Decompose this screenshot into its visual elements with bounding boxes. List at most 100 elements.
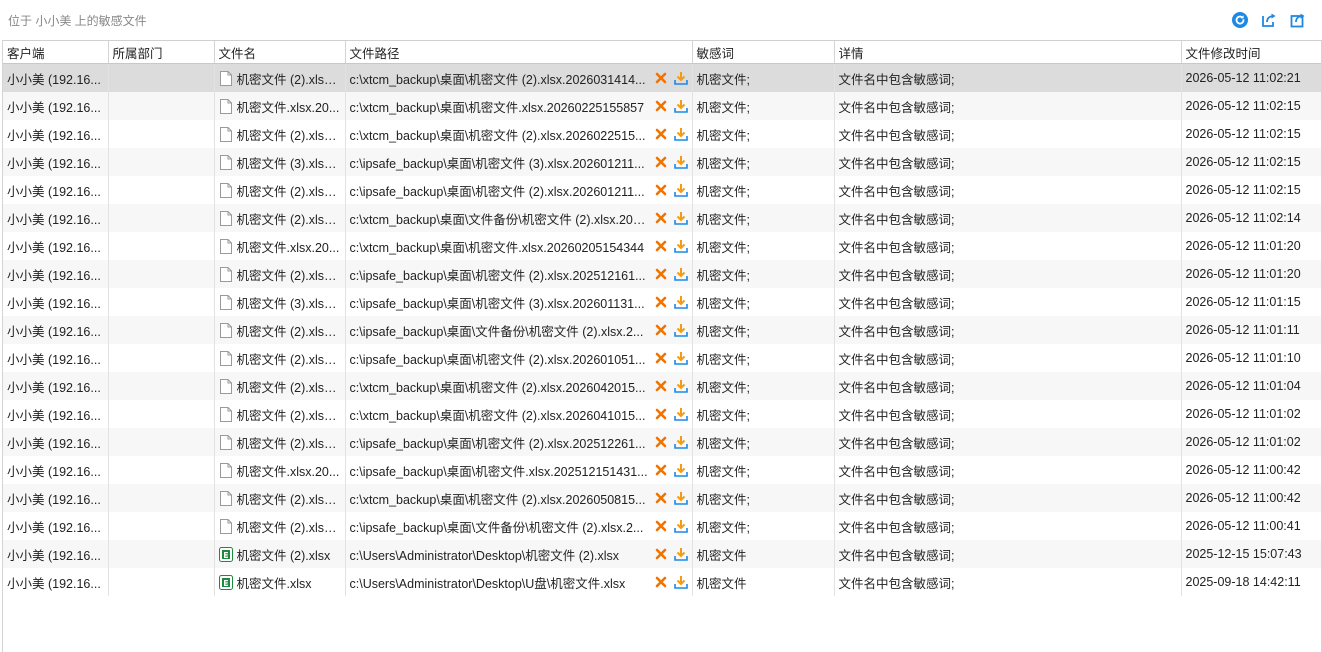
file-icon xyxy=(219,70,233,86)
delete-icon[interactable] xyxy=(654,574,668,590)
delete-icon[interactable] xyxy=(654,490,668,506)
download-icon[interactable] xyxy=(673,70,688,86)
table-row[interactable]: 小小美 (192.16... 机密文件 (3).xlsx... c:\ipsafe_… xyxy=(3,288,1321,316)
path-text: c:\xtcm_backup\桌面\机密文件 (2).xlsx.20260420… xyxy=(349,380,646,395)
delete-icon[interactable] xyxy=(654,182,668,198)
download-icon[interactable] xyxy=(673,98,688,114)
table-row[interactable]: 小小美 (192.16... 机密文件 (2).xlsx... c:\xtcm_ba… xyxy=(3,484,1321,512)
table-row[interactable]: 小小美 (192.16... 机密文件.xlsx.20... c:\xtcm_bac… xyxy=(3,92,1321,120)
download-icon[interactable] xyxy=(673,322,688,338)
cell-client: 小小美 (192.16... xyxy=(3,344,109,372)
cell-modified-time: 2026-05-12 11:02:15 xyxy=(1185,127,1301,141)
filename-text: 机密文件 (2).xlsx... xyxy=(236,212,341,227)
cell-client: 小小美 (192.16... xyxy=(3,92,109,120)
cell-client: 小小美 (192.16... xyxy=(3,568,109,596)
delete-icon[interactable] xyxy=(654,518,668,534)
delete-icon[interactable] xyxy=(654,546,668,562)
filename-text: 机密文件 (2).xlsx... xyxy=(236,352,341,367)
delete-icon[interactable] xyxy=(654,70,668,86)
file-icon xyxy=(219,322,233,338)
download-icon[interactable] xyxy=(673,574,688,590)
column-header-keyword[interactable]: 敏感词 xyxy=(692,41,835,64)
table-row[interactable]: 小小美 (192.16... 机密文件 (2).xlsx... c:\xtcm_ba… xyxy=(3,63,1321,92)
download-icon[interactable] xyxy=(673,210,688,226)
download-icon[interactable] xyxy=(673,406,688,422)
file-icon xyxy=(219,490,233,506)
table-row[interactable]: 小小美 (192.16... 机密文件 (2).xlsx... c:\ipsafe_… xyxy=(3,176,1321,204)
table-row[interactable]: 小小美 (192.16... 机密文件 (2).xlsx... c:\ipsafe_… xyxy=(3,344,1321,372)
delete-icon[interactable] xyxy=(654,378,668,394)
table-row[interactable]: 小小美 (192.16... 机密文件 (2).xlsx... c:\xtcm_ba… xyxy=(3,204,1321,232)
cell-path: c:\Users\Administrator\Desktop\U盘\机密文件.x… xyxy=(345,568,693,596)
table-row[interactable]: 小小美 (192.16... 机密文件.xlsx c:\Users\Administ… xyxy=(3,568,1321,596)
cell-keyword: 机密文件; xyxy=(692,400,835,428)
filename-text: 机密文件 (2).xlsx... xyxy=(236,72,341,87)
delete-icon[interactable] xyxy=(654,434,668,450)
table-row[interactable]: 小小美 (192.16... 机密文件.xlsx.20... c:\ipsafe_b… xyxy=(3,456,1321,484)
column-header-modified-time[interactable]: 文件修改时间 xyxy=(1181,41,1321,64)
delete-icon[interactable] xyxy=(654,126,668,142)
download-icon[interactable] xyxy=(673,182,688,198)
path-text: c:\xtcm_backup\桌面\文件备份\机密文件 (2).xlsx.202… xyxy=(349,212,650,227)
filename-text: 机密文件 (2).xlsx... xyxy=(236,492,341,507)
cell-modified-time: 2025-12-15 15:07:43 xyxy=(1181,540,1321,568)
download-icon[interactable] xyxy=(673,490,688,506)
delete-icon[interactable] xyxy=(654,266,668,282)
export-icon[interactable] xyxy=(1259,10,1279,30)
column-header-client[interactable]: 客户端 xyxy=(3,41,109,64)
download-icon[interactable] xyxy=(673,434,688,450)
delete-icon[interactable] xyxy=(654,98,668,114)
table-row[interactable]: 小小美 (192.16... 机密文件 (2).xlsx... c:\ipsafe_… xyxy=(3,428,1321,456)
download-icon[interactable] xyxy=(673,154,688,170)
table-row[interactable]: 小小美 (192.16... 机密文件 (2).xlsx... c:\xtcm_ba… xyxy=(3,400,1321,428)
cell-modified-time: 2026-05-12 11:01:15 xyxy=(1185,295,1301,309)
path-text: c:\xtcm_backup\桌面\机密文件 (2).xlsx.20260314… xyxy=(349,72,646,87)
download-icon[interactable] xyxy=(673,378,688,394)
cell-client: 小小美 (192.16... xyxy=(3,316,109,344)
file-icon xyxy=(219,98,233,114)
download-icon[interactable] xyxy=(673,350,688,366)
table-row[interactable]: 小小美 (192.16... 机密文件 (2).xlsx... c:\ipsafe_… xyxy=(3,260,1321,288)
cell-modified-time: 2026-05-12 11:02:15 xyxy=(1185,183,1301,197)
download-icon[interactable] xyxy=(673,462,688,478)
table-row[interactable]: 小小美 (192.16... 机密文件 (3).xlsx... c:\ipsafe_… xyxy=(3,148,1321,176)
cell-detail: 文件名中包含敏感词; xyxy=(834,316,1182,344)
download-icon[interactable] xyxy=(673,238,688,254)
table-row[interactable]: 小小美 (192.16... 机密文件.xlsx.20... c:\xtcm_bac… xyxy=(3,232,1321,260)
column-header-detail[interactable]: 详情 xyxy=(834,41,1182,64)
delete-icon[interactable] xyxy=(654,294,668,310)
sensitive-files-table: 客户端 所属部门 文件名 文件路径 敏感词 详情 文件修改时间 小小美 (192… xyxy=(2,40,1322,652)
download-icon[interactable] xyxy=(673,546,688,562)
table-row[interactable]: 小小美 (192.16... 机密文件 (2).xlsx c:\Users\Admi… xyxy=(3,540,1321,568)
delete-icon[interactable] xyxy=(654,210,668,226)
cell-keyword: 机密文件; xyxy=(692,120,835,148)
cell-filename: 机密文件 (2).xlsx... xyxy=(214,344,346,372)
cell-client: 小小美 (192.16... xyxy=(3,512,109,540)
download-icon[interactable] xyxy=(673,518,688,534)
table-row[interactable]: 小小美 (192.16... 机密文件 (2).xlsx... c:\xtcm_ba… xyxy=(3,120,1321,148)
delete-icon[interactable] xyxy=(654,238,668,254)
excel-file-icon xyxy=(218,574,233,590)
column-header-path[interactable]: 文件路径 xyxy=(345,41,693,64)
delete-icon[interactable] xyxy=(654,406,668,422)
column-header-filename[interactable]: 文件名 xyxy=(214,41,346,64)
table-row[interactable]: 小小美 (192.16... 机密文件 (2).xlsx... c:\ipsafe_… xyxy=(3,316,1321,344)
download-icon[interactable] xyxy=(673,294,688,310)
filename-text: 机密文件 (2).xlsx... xyxy=(236,268,341,283)
delete-icon[interactable] xyxy=(654,350,668,366)
download-icon[interactable] xyxy=(673,126,688,142)
table-row[interactable]: 小小美 (192.16... 机密文件 (2).xlsx... c:\ipsafe_… xyxy=(3,512,1321,540)
cell-detail: 文件名中包含敏感词; xyxy=(834,288,1182,316)
refresh-icon[interactable] xyxy=(1230,10,1250,30)
table-row[interactable]: 小小美 (192.16... 机密文件 (2).xlsx... c:\xtcm_ba… xyxy=(3,372,1321,400)
column-header-department[interactable]: 所属部门 xyxy=(108,41,215,64)
filename-text: 机密文件.xlsx.20... xyxy=(236,100,340,115)
file-icon xyxy=(219,266,233,282)
delete-icon[interactable] xyxy=(654,462,668,478)
download-icon[interactable] xyxy=(673,266,688,282)
export-all-icon[interactable] xyxy=(1288,10,1308,30)
cell-detail: 文件名中包含敏感词; xyxy=(834,344,1182,372)
delete-icon[interactable] xyxy=(654,322,668,338)
delete-icon[interactable] xyxy=(654,154,668,170)
cell-department xyxy=(108,456,215,484)
